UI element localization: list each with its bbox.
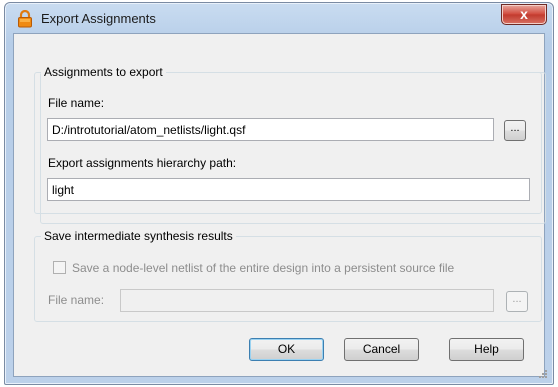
synthesis-group-legend: Save intermediate synthesis results [41,229,236,243]
title-bar[interactable]: Export Assignments x [5,3,553,33]
file-name-browse-button[interactable]: ... [504,120,526,141]
quartus-lock-icon [18,10,32,28]
synthesis-file-name-browse-button[interactable]: ... [506,291,528,312]
cancel-button[interactable]: Cancel [344,338,419,361]
dialog-title: Export Assignments [41,11,156,26]
assignments-group-legend: Assignments to export [41,65,166,79]
ok-button[interactable]: OK [249,338,324,361]
hierarchy-path-label: Export assignments hierarchy path: [48,156,237,170]
synthesis-file-name-label: File name: [48,293,105,307]
save-netlist-checkbox[interactable] [53,261,66,274]
synthesis-file-name-input[interactable] [120,289,494,312]
hierarchy-path-input[interactable] [47,178,530,201]
help-button[interactable]: Help [449,338,524,361]
close-button[interactable]: x [501,4,547,25]
resize-grip-icon[interactable] [538,369,548,379]
file-name-input[interactable] [47,118,494,141]
save-netlist-checkbox-label: Save a node-level netlist of the entire … [72,261,455,275]
file-name-label: File name: [48,96,105,110]
